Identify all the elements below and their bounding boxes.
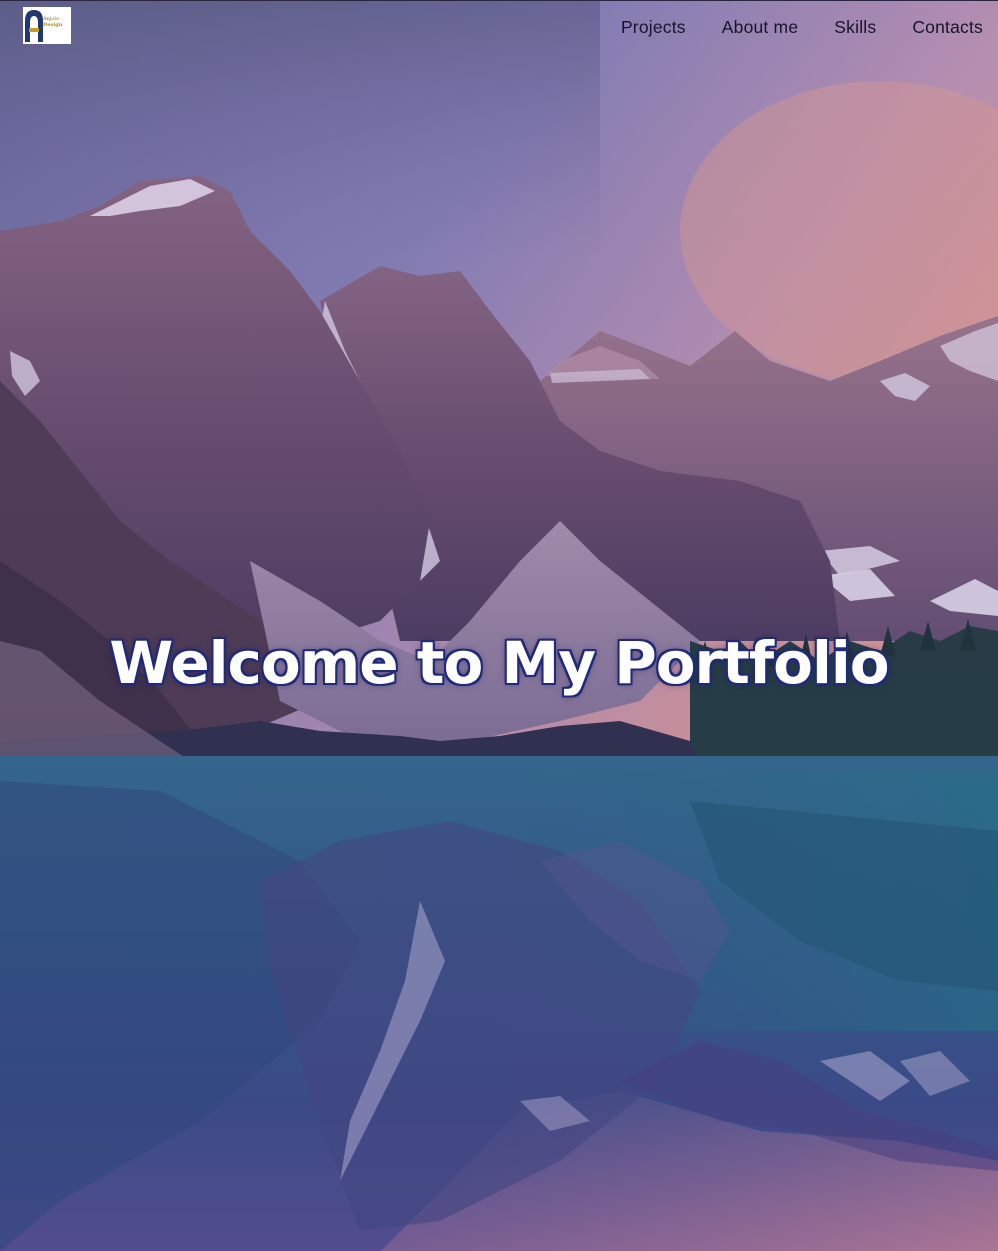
nav-links: Projects About me Skills Contacts (585, 15, 983, 39)
nav-link-about-me[interactable]: About me (722, 15, 799, 39)
navbar: Anjolo Design Projects About me Skills C… (0, 1, 998, 51)
portfolio-page: Anjolo Design Projects About me Skills C… (0, 0, 998, 1251)
nav-link-contacts[interactable]: Contacts (912, 15, 983, 39)
nav-link-projects[interactable]: Projects (621, 15, 686, 39)
nav-link-skills[interactable]: Skills (834, 15, 876, 39)
hero-title: Welcome to My Portfolio (109, 629, 889, 697)
logo[interactable]: Anjolo Design (23, 7, 71, 44)
logo-line-2: Design (43, 22, 63, 28)
logo-wordmark: Anjolo Design (43, 16, 62, 28)
